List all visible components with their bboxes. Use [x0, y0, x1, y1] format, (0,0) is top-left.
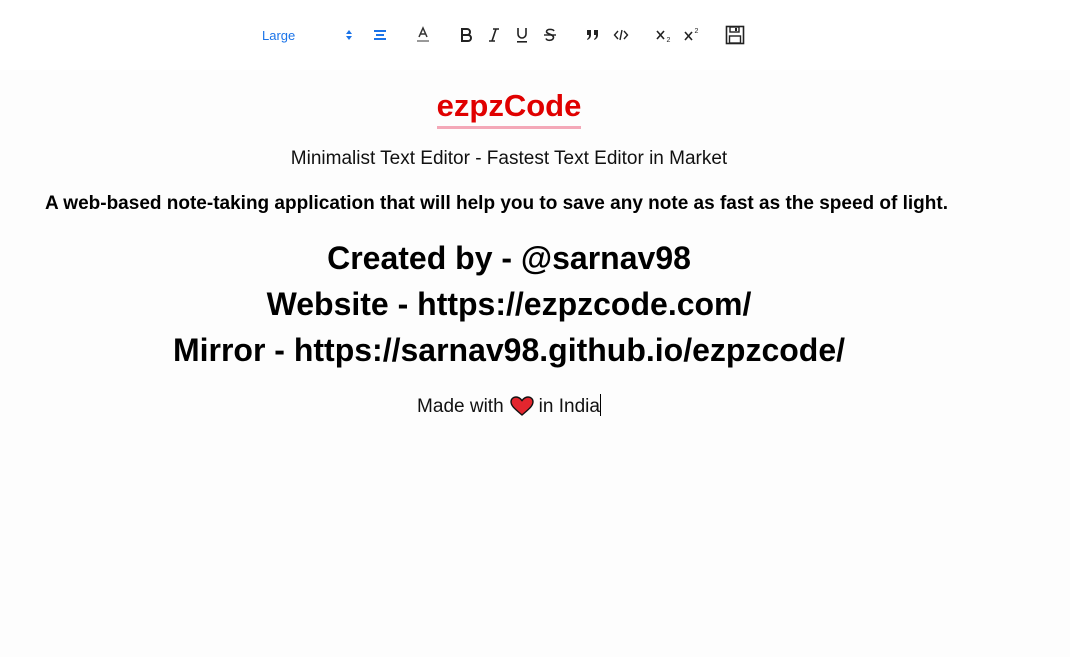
- heart-icon: [509, 396, 534, 422]
- svg-text:2: 2: [667, 37, 671, 43]
- mirror-line: Mirror - https://sarnav98.github.io/ezpz…: [172, 332, 846, 368]
- align-center-icon[interactable]: [369, 22, 391, 48]
- created-by-line: Created by - @sarnav98: [327, 240, 691, 276]
- strikethrough-icon[interactable]: [539, 22, 561, 48]
- title-wrapper: ezpzCode: [0, 86, 1018, 129]
- made-with-prefix: Made with: [417, 396, 504, 417]
- made-with-line: Made with in India: [0, 394, 1018, 422]
- website-line: Website - https://ezpzcode.com/: [266, 286, 752, 322]
- select-arrows-icon: [344, 28, 354, 42]
- editor-content-area[interactable]: ezpzCode Minimalist Text Editor - Fastes…: [0, 70, 1070, 657]
- blockquote-icon[interactable]: [582, 22, 604, 48]
- editor-toolbar: Large 2 2: [0, 0, 1070, 70]
- underline-icon[interactable]: [511, 22, 533, 48]
- document-description: A web-based note-taking application that…: [45, 193, 949, 214]
- subscript-icon[interactable]: 2: [653, 22, 675, 48]
- text-color-icon[interactable]: [412, 22, 434, 48]
- code-icon[interactable]: [610, 22, 632, 48]
- font-size-select[interactable]: Large: [258, 22, 354, 48]
- made-with-suffix: in India: [538, 396, 600, 417]
- svg-text:2: 2: [695, 28, 699, 35]
- italic-icon[interactable]: [483, 22, 505, 48]
- text-cursor: [599, 394, 601, 416]
- document-title: ezpzCode: [436, 86, 582, 129]
- font-size-value: Large: [262, 27, 296, 43]
- bold-icon[interactable]: [455, 22, 477, 48]
- save-icon[interactable]: [724, 22, 746, 48]
- document-subtitle: Minimalist Text Editor - Fastest Text Ed…: [290, 148, 728, 169]
- superscript-icon[interactable]: 2: [681, 22, 703, 48]
